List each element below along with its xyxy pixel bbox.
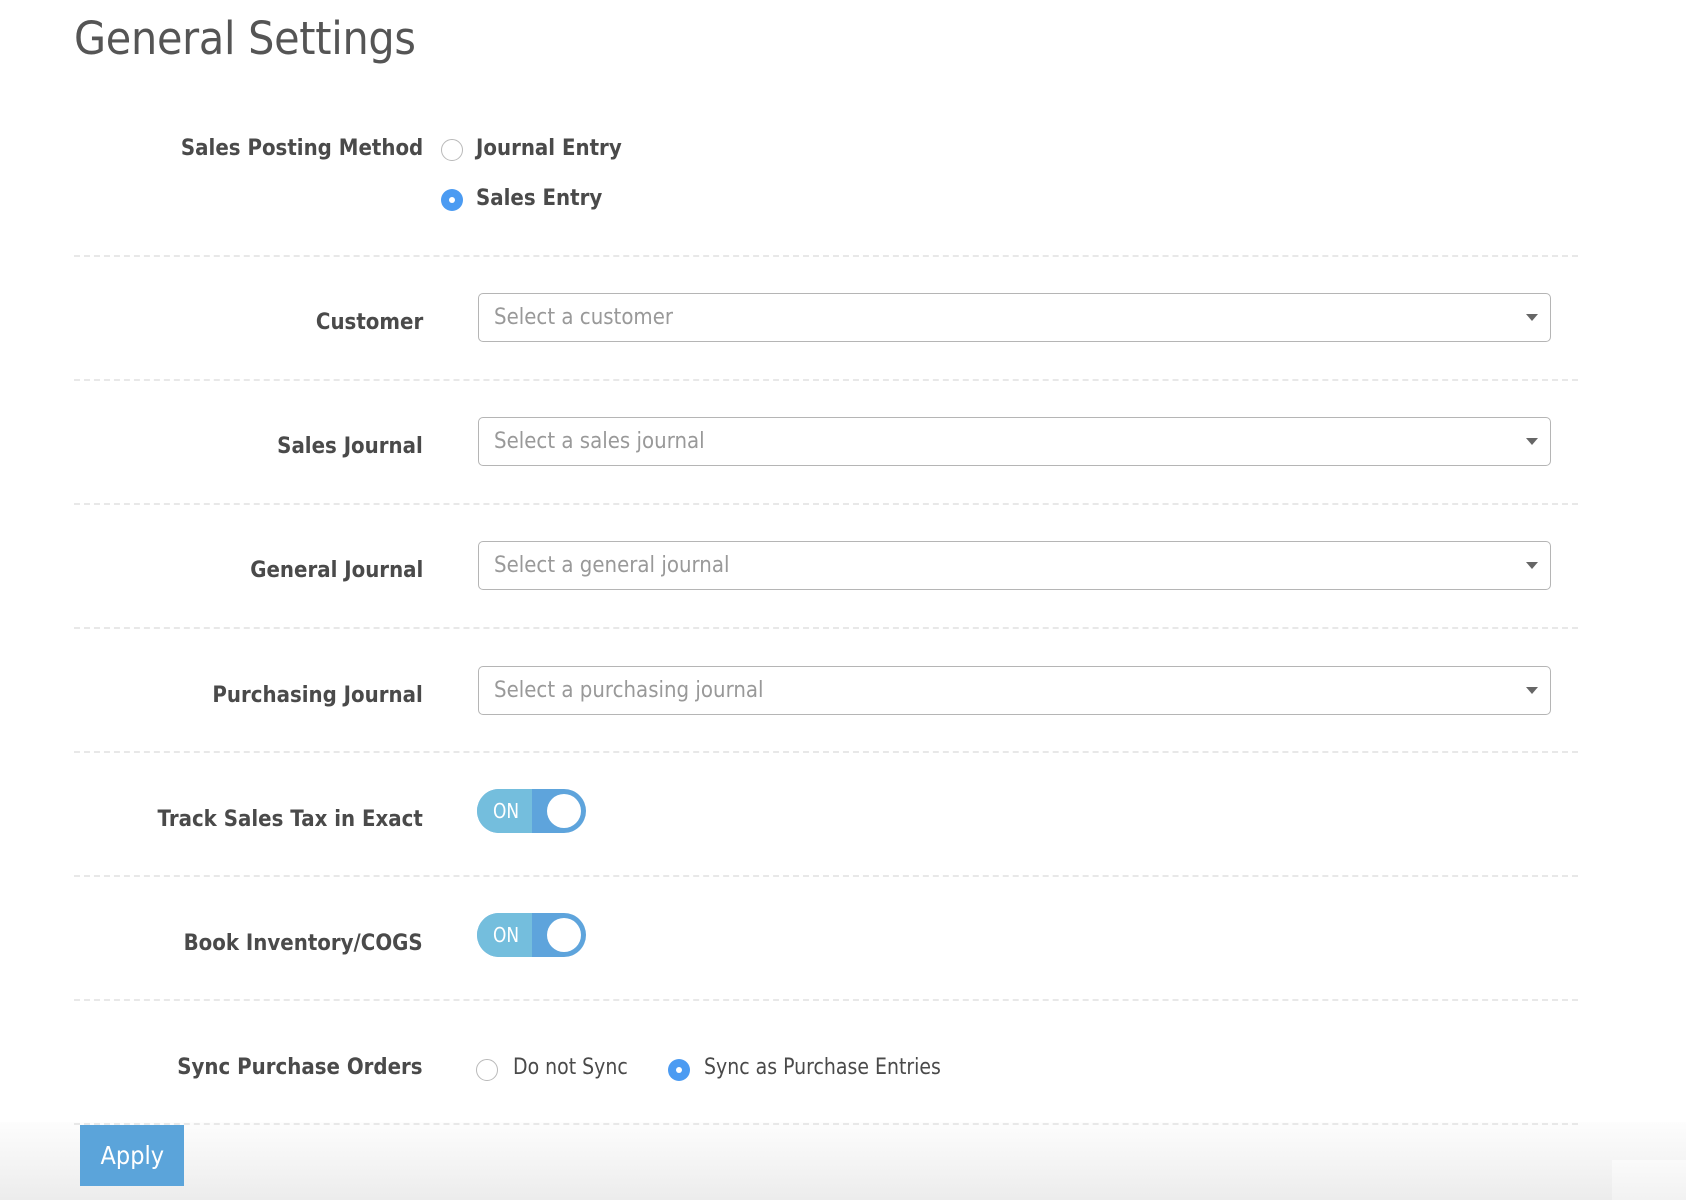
purchasing-journal-label: Purchasing Journal (212, 683, 423, 708)
sync-as-purchase-entries-radio[interactable] (668, 1059, 690, 1081)
toggle-state-text: ON (493, 923, 520, 947)
toggle-state-text: ON (493, 799, 520, 823)
divider (74, 751, 1578, 753)
sales-entry-radio-label[interactable]: Sales Entry (476, 186, 602, 211)
track-sales-tax-toggle[interactable]: ON (477, 789, 586, 833)
toggle-knob (547, 794, 581, 828)
customer-select-placeholder: Select a customer (494, 305, 674, 330)
book-inventory-toggle[interactable]: ON (477, 913, 586, 957)
apply-button-label: Apply (100, 1141, 164, 1170)
general-settings-page: General Settings Sales Posting Method Jo… (0, 0, 1686, 1200)
journal-entry-radio[interactable] (441, 139, 463, 161)
chevron-down-icon (1526, 438, 1538, 445)
customer-select[interactable]: Select a customer (478, 293, 1551, 342)
track-sales-tax-label: Track Sales Tax in Exact (157, 807, 423, 832)
chevron-down-icon (1526, 562, 1538, 569)
sync-purchase-orders-label: Sync Purchase Orders (177, 1055, 423, 1080)
general-journal-select-placeholder: Select a general journal (494, 553, 730, 578)
general-journal-label: General Journal (249, 558, 423, 583)
customer-label: Customer (315, 310, 423, 335)
sales-journal-select[interactable]: Select a sales journal (478, 417, 1551, 466)
page-title: General Settings (74, 12, 416, 65)
divider (74, 875, 1578, 877)
sales-entry-radio[interactable] (441, 189, 463, 211)
sync-as-purchase-entries-radio-label[interactable]: Sync as Purchase Entries (704, 1055, 941, 1080)
divider (74, 503, 1578, 505)
purchasing-journal-select[interactable]: Select a purchasing journal (478, 666, 1551, 715)
chevron-down-icon (1526, 687, 1538, 694)
toggle-knob (547, 918, 581, 952)
divider (74, 999, 1578, 1001)
general-journal-select[interactable]: Select a general journal (478, 541, 1551, 590)
book-inventory-label: Book Inventory/COGS (183, 931, 423, 956)
sales-journal-label: Sales Journal (277, 434, 423, 459)
divider (74, 1123, 1578, 1125)
footer-corner (1612, 1160, 1686, 1200)
divider (74, 379, 1578, 381)
apply-button[interactable]: Apply (80, 1125, 184, 1186)
do-not-sync-radio[interactable] (476, 1059, 498, 1081)
divider (74, 255, 1578, 257)
sales-posting-method-label: Sales Posting Method (180, 136, 423, 161)
purchasing-journal-select-placeholder: Select a purchasing journal (494, 678, 764, 703)
journal-entry-radio-label[interactable]: Journal Entry (476, 136, 622, 161)
chevron-down-icon (1526, 314, 1538, 321)
footer-bar (0, 1122, 1686, 1200)
do-not-sync-radio-label[interactable]: Do not Sync (513, 1055, 628, 1080)
divider (74, 627, 1578, 629)
sales-journal-select-placeholder: Select a sales journal (494, 429, 705, 454)
